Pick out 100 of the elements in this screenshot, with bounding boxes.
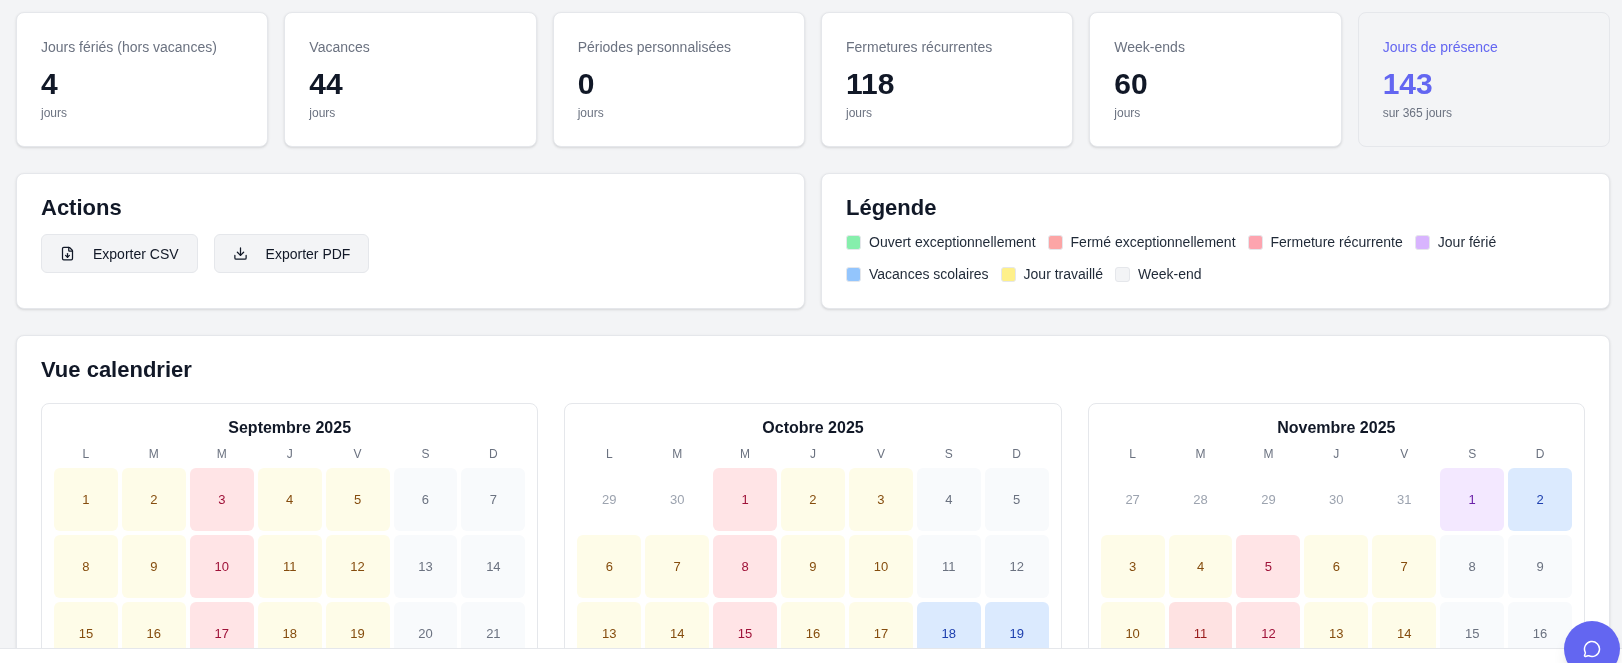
day-cell: 10: [1100, 602, 1165, 648]
weekday-label: M: [1194, 446, 1207, 462]
day-cell: 4: [916, 468, 981, 531]
day-cell-text: 30: [1328, 490, 1345, 509]
day-cell: 10: [848, 535, 913, 598]
day-cell: 11: [916, 535, 981, 598]
day-cell: 7: [1372, 535, 1437, 598]
day-cell: 11: [257, 535, 322, 598]
weekday-label: D: [1534, 446, 1546, 462]
day-cell: 19: [984, 602, 1049, 648]
day-cell-text: 29: [1260, 490, 1277, 509]
day-cell: 9: [1508, 535, 1572, 598]
stat-value: 4: [41, 66, 59, 102]
day-cell: 5: [325, 468, 390, 531]
weekday-label: V: [875, 446, 886, 462]
weekday-label: V: [352, 446, 363, 462]
day-cell: 15: [1440, 602, 1505, 648]
stat-value: 118: [846, 66, 896, 102]
day-cell: 18: [257, 602, 322, 648]
weekday-label: L: [81, 446, 91, 462]
day-cell: 5: [1236, 535, 1301, 598]
day-cell: 3: [189, 468, 254, 531]
chat-button[interactable]: [1564, 621, 1620, 663]
stat-value: 60: [1114, 66, 1149, 102]
card-title: Légende: [846, 194, 937, 222]
card-title: Vue calendrier: [41, 356, 192, 384]
day-cell-text: 29: [601, 490, 618, 509]
day-cell-text: 27: [1124, 490, 1141, 509]
stat-label: Jours fériés (hors vacances): [41, 38, 218, 57]
stat-label: Vacances: [309, 38, 371, 57]
day-cell: 13: [393, 535, 458, 598]
weekday-label: M: [147, 446, 160, 462]
day-cell: 9: [781, 535, 845, 598]
day-cell: 13: [1304, 602, 1369, 648]
day-cell: 14: [645, 602, 710, 648]
stat-label: Fermetures récurrentes: [846, 38, 994, 57]
legend-label: Vacances scolaires: [869, 265, 989, 284]
weekday-label: S: [420, 446, 431, 462]
weekday-label: M: [671, 446, 684, 462]
day-cell: 17: [848, 602, 913, 648]
card-title: Actions: [41, 194, 122, 222]
stat-value: 44: [309, 66, 344, 102]
legend-label: Fermeture récurrente: [1270, 233, 1403, 252]
day-cell: 1: [713, 468, 778, 531]
export-button[interactable]: Exporter CSV: [41, 234, 198, 273]
day-cell: 14: [461, 535, 526, 598]
day-cell: 21: [461, 602, 526, 648]
day-cell: 12: [984, 535, 1049, 598]
legend-label: Jour travaillé: [1023, 265, 1103, 284]
weekday-label: M: [1262, 446, 1275, 462]
day-cell: 5: [984, 468, 1049, 531]
weekday-label: L: [604, 446, 614, 462]
stat-unit: jours: [1114, 105, 1142, 121]
export-button[interactable]: Exporter PDF: [213, 234, 370, 273]
day-cell: 4: [1168, 535, 1233, 598]
legend-label: Ouvert exceptionnellement: [869, 233, 1036, 252]
day-cell: 15: [713, 602, 778, 648]
legend-label: Jour férié: [1437, 233, 1497, 252]
month-title: Novembre 2025: [1277, 418, 1396, 438]
weekday-label: D: [488, 446, 499, 462]
chat-bubble-icon: [1583, 640, 1601, 658]
file-download-icon: [60, 246, 75, 261]
day-cell: 3: [848, 468, 913, 531]
day-cell-text: 31: [1396, 490, 1413, 509]
day-cell: 1: [54, 468, 118, 531]
stat-unit: jours: [309, 105, 337, 121]
day-cell: 14: [1372, 602, 1437, 648]
month-title: Septembre 2025: [228, 418, 352, 438]
day-cell: 2: [121, 468, 186, 531]
day-cell: 16: [781, 602, 845, 648]
download-icon: [232, 246, 248, 261]
legend-label: Week-end: [1137, 265, 1202, 284]
day-cell: 16: [1508, 602, 1572, 648]
day-cell: 8: [54, 535, 118, 598]
stat-label: Week-ends: [1114, 38, 1186, 57]
day-cell: 6: [393, 468, 458, 531]
stat-label: Jours de présence: [1382, 38, 1499, 57]
weekday-label: J: [1332, 446, 1341, 462]
day-cell: 20: [393, 602, 458, 648]
day-cell: 3: [1100, 535, 1165, 598]
weekday-label: M: [215, 446, 228, 462]
stat-value: 0: [577, 66, 596, 102]
stat-unit: jours: [577, 105, 605, 121]
stat-unit: jours: [41, 105, 68, 121]
stat-unit: jours: [846, 105, 873, 121]
day-cell: 10: [189, 535, 254, 598]
day-cell: 6: [1304, 535, 1369, 598]
stat-value: 143: [1382, 66, 1434, 102]
day-cell: 19: [325, 602, 390, 648]
weekday-label: J: [285, 446, 294, 462]
day-cell: 9: [121, 535, 186, 598]
day-cell: 1: [1440, 468, 1505, 531]
day-cell: 18: [916, 602, 981, 648]
legend-label: Fermé exceptionnellement: [1070, 233, 1236, 252]
day-cell: 16: [121, 602, 186, 648]
day-cell: 7: [461, 468, 526, 531]
day-cell: 12: [1236, 602, 1301, 648]
weekday-label: J: [809, 446, 817, 462]
day-cell: 2: [1508, 468, 1572, 531]
day-cell-text: 28: [1192, 490, 1209, 509]
